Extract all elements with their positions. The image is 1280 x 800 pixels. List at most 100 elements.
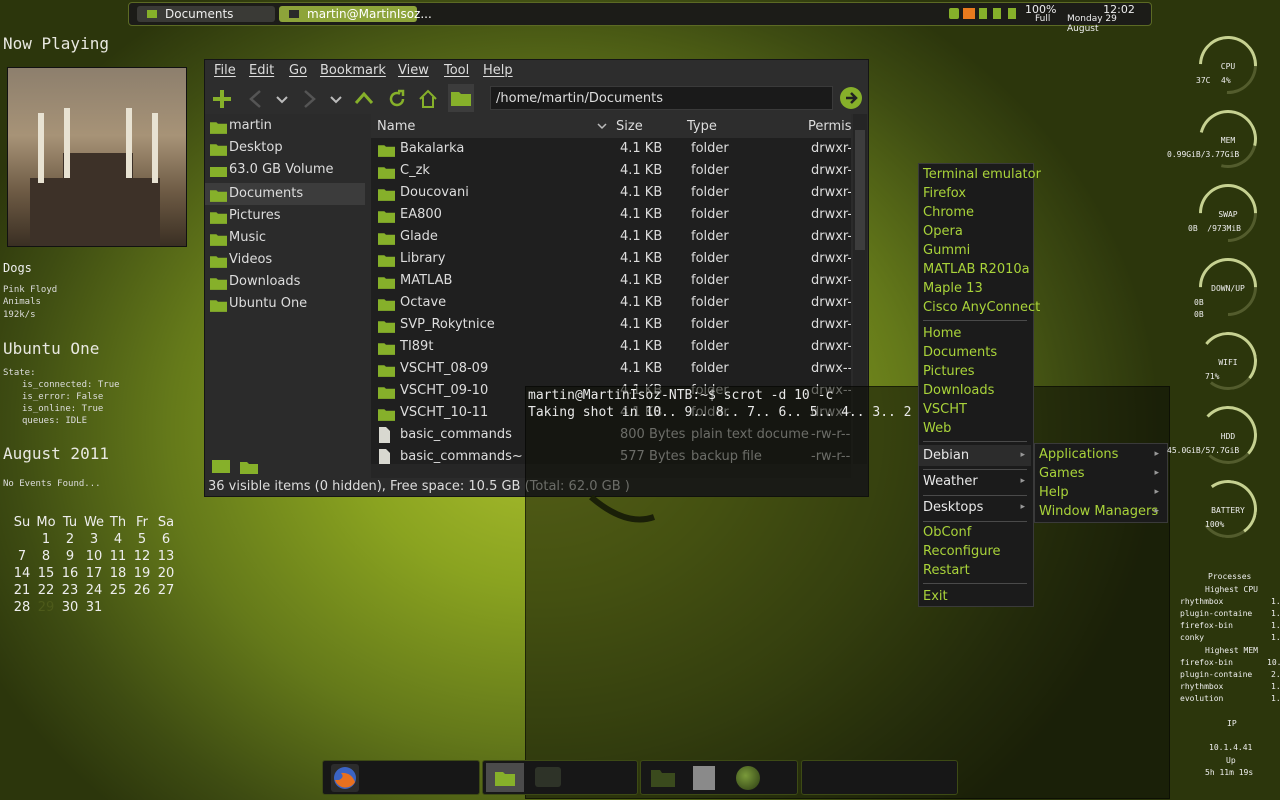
ubuntu-one-icon[interactable] (963, 8, 975, 19)
menu-tool[interactable]: Tool (444, 63, 469, 78)
submenu-item[interactable]: Applications ▸ (1035, 445, 1165, 464)
terminal-icon[interactable] (535, 767, 561, 787)
menu-submenu-debian[interactable]: Debian ▸ (919, 445, 1031, 466)
menu-view[interactable]: View (398, 63, 429, 78)
table-row[interactable]: Bakalarka 4.1 KB folder drwxr-: (371, 138, 851, 160)
menu-item[interactable]: Cisco AnyConnect (919, 298, 1040, 317)
menu-go[interactable]: Go (289, 63, 307, 78)
calendar-day[interactable]: 31 (82, 600, 106, 617)
calendar-day[interactable] (154, 600, 178, 617)
calendar-day[interactable]: 18 (106, 566, 130, 583)
calendar-day[interactable]: 17 (82, 566, 106, 583)
menu-edit[interactable]: Edit (249, 63, 274, 78)
menu-submenu-desktops[interactable]: Desktops ▸ (919, 497, 1031, 518)
calendar-day[interactable]: 1 (34, 532, 58, 549)
menu-item[interactable]: VSCHT (919, 400, 1031, 419)
menu-item[interactable]: Restart (919, 561, 1031, 580)
taskbar-item-documents[interactable]: Documents (137, 6, 275, 22)
calendar-day[interactable]: 28 (10, 600, 34, 617)
table-row[interactable]: VSCHT_08-09 4.1 KB folder drwx-- (371, 358, 851, 380)
menu-item[interactable]: Reconfigure (919, 542, 1031, 561)
table-row[interactable]: Library 4.1 KB folder drwxr-: (371, 248, 851, 270)
menu-item[interactable]: Maple 13 (919, 279, 1031, 298)
calendar-day[interactable]: 25 (106, 583, 130, 600)
wifi-icon[interactable] (979, 8, 987, 19)
up-icon[interactable] (353, 88, 375, 110)
table-row[interactable]: C_zk 4.1 KB folder drwxr-: (371, 160, 851, 182)
sidebar-item[interactable]: 63.0 GB Volume (205, 159, 365, 181)
menu-item[interactable]: Web (919, 419, 1031, 438)
sidebar-item[interactable]: Desktop (205, 137, 365, 159)
table-row[interactable]: Doucovani 4.1 KB folder drwxr-: (371, 182, 851, 204)
sort-chevron-icon[interactable] (597, 121, 607, 131)
sidebar-item[interactable]: Pictures (205, 205, 365, 227)
calendar-day[interactable]: 13 (154, 549, 178, 566)
sidebar-item[interactable]: martin (205, 115, 365, 137)
table-row[interactable]: SVP_Rokytnice 4.1 KB folder drwxr-: (371, 314, 851, 336)
file-manager-icon[interactable] (486, 763, 524, 792)
menu-item[interactable]: Documents (919, 343, 1031, 362)
table-row[interactable]: Glade 4.1 KB folder drwxr-: (371, 226, 851, 248)
new-tab-icon[interactable] (211, 88, 233, 110)
taskbar-item-terminal[interactable]: martin@MartinIsoz... (279, 6, 432, 22)
calendar-day[interactable]: 30 (58, 600, 82, 617)
column-size[interactable]: Size (616, 119, 643, 134)
globe-icon[interactable] (736, 766, 760, 790)
folder-tree-icon[interactable] (238, 456, 260, 476)
sidebar-item[interactable]: Documents (205, 183, 365, 205)
column-name[interactable]: Name (377, 119, 415, 134)
calendar-day[interactable] (130, 600, 154, 617)
text-editor-icon[interactable] (693, 766, 715, 790)
calendar-day[interactable]: 12 (130, 549, 154, 566)
calendar-day[interactable]: 4 (106, 532, 130, 549)
calendar-day[interactable]: 7 (10, 549, 34, 566)
column-permissions[interactable]: Permis (808, 119, 851, 134)
sidebar-item[interactable]: Ubuntu One (205, 293, 365, 315)
calendar-day[interactable]: 24 (82, 583, 106, 600)
calendar-day[interactable]: 10 (82, 549, 106, 566)
go-icon[interactable] (839, 86, 863, 110)
menu-item[interactable]: ObConf (919, 523, 1031, 542)
folder-icon[interactable] (649, 766, 677, 788)
calendar-day[interactable]: 20 (154, 566, 178, 583)
clock-date[interactable]: Monday 29 August (1067, 14, 1151, 34)
menu-file[interactable]: File (214, 63, 236, 78)
scroll-thumb[interactable] (855, 130, 865, 250)
places-icon[interactable] (210, 456, 232, 476)
network-icon[interactable] (993, 8, 1001, 19)
home-icon[interactable] (417, 88, 439, 110)
calendar-day[interactable]: 21 (10, 583, 34, 600)
submenu-item[interactable]: Help ▸ (1035, 483, 1165, 502)
calendar-day[interactable]: 9 (58, 549, 82, 566)
table-row[interactable]: EA800 4.1 KB folder drwxr-: (371, 204, 851, 226)
menu-item[interactable]: Firefox (919, 184, 1031, 203)
submenu-item[interactable]: Window Managers ▸ (1035, 502, 1165, 521)
calendar-day[interactable]: 27 (154, 583, 178, 600)
calendar-day[interactable]: 19 (130, 566, 154, 583)
firefox-icon[interactable] (331, 764, 359, 792)
table-row[interactable]: TI89t 4.1 KB folder drwxr-: (371, 336, 851, 358)
menu-item[interactable]: Downloads (919, 381, 1031, 400)
forward-icon[interactable] (298, 88, 320, 110)
reload-icon[interactable] (386, 88, 408, 110)
calendar-day[interactable]: 23 (58, 583, 82, 600)
menu-help[interactable]: Help (483, 63, 513, 78)
menu-item[interactable]: Chrome (919, 203, 1031, 222)
calendar-day[interactable]: 29 (34, 600, 58, 617)
table-row[interactable]: Octave 4.1 KB folder drwxr-: (371, 292, 851, 314)
menu-item[interactable]: Gummi (919, 241, 1031, 260)
sidebar-item[interactable]: Downloads (205, 271, 365, 293)
menu-submenu-weather[interactable]: Weather ▸ (919, 471, 1031, 492)
back-history-icon[interactable] (271, 88, 293, 110)
menu-item[interactable]: MATLAB R2010a (919, 260, 1031, 279)
calendar-day[interactable]: 16 (58, 566, 82, 583)
submenu-item[interactable]: Games ▸ (1035, 464, 1165, 483)
calendar-day[interactable]: 6 (154, 532, 178, 549)
menu-item[interactable]: Opera (919, 222, 1031, 241)
calendar-day[interactable]: 14 (10, 566, 34, 583)
calendar-day[interactable]: 2 (58, 532, 82, 549)
sidebar-item[interactable]: Music (205, 227, 365, 249)
calendar-day[interactable]: 22 (34, 583, 58, 600)
menu-item[interactable]: Home (919, 324, 1031, 343)
menu-item[interactable]: Pictures (919, 362, 1031, 381)
